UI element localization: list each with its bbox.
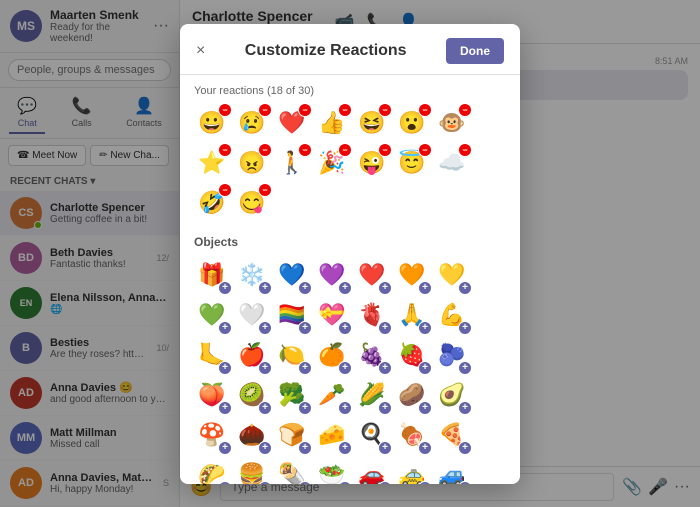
object-reaction-item[interactable]: 🥔+ bbox=[394, 377, 430, 413]
app-container: MS Maarten Smenk Ready for the weekend! … bbox=[0, 0, 700, 507]
object-reaction-item[interactable]: 🚕+ bbox=[394, 457, 430, 484]
modal-overlay[interactable]: × Customize Reactions Done Your reaction… bbox=[0, 0, 700, 507]
object-reaction-item[interactable]: 💝+ bbox=[314, 297, 350, 333]
object-reaction-item[interactable]: ❤️+ bbox=[354, 257, 390, 293]
objects-reactions-grid: 🎁+❄️+💙+💜+❤️+🧡+💛+ 💚+🤍+🏳️‍🌈+💝+🫀+🙏+💪+ 🦶+🍎+🍋+🍊… bbox=[194, 257, 506, 484]
object-reaction-item[interactable]: 💜+ bbox=[314, 257, 350, 293]
object-reaction-item[interactable]: 🌽+ bbox=[354, 377, 390, 413]
your-reaction-item[interactable]: 😀− bbox=[194, 105, 230, 141]
object-reaction-item[interactable]: 🏳️‍🌈+ bbox=[274, 297, 310, 333]
object-reaction-item[interactable]: 🍓+ bbox=[394, 337, 430, 373]
object-reaction-item[interactable]: 💚+ bbox=[194, 297, 230, 333]
your-reaction-item[interactable]: 👍− bbox=[314, 105, 350, 141]
your-reactions-grid: 😀−😢−❤️−👍−😆−😮−🐵− ⭐−😠−🚶−🎉−😜−😇−☁️− 🤣−😋− bbox=[194, 105, 506, 221]
your-reaction-item[interactable]: 🐵− bbox=[434, 105, 470, 141]
your-reactions-label: Your reactions (18 of 30) bbox=[194, 85, 506, 97]
object-reaction-item[interactable]: 🧀+ bbox=[314, 417, 350, 453]
object-reaction-item[interactable]: 💙+ bbox=[274, 257, 310, 293]
object-reaction-item[interactable]: 💛+ bbox=[434, 257, 470, 293]
object-reaction-item[interactable]: 🍄+ bbox=[194, 417, 230, 453]
object-reaction-item[interactable]: 🌰+ bbox=[234, 417, 270, 453]
object-reaction-item[interactable]: 🍎+ bbox=[234, 337, 270, 373]
object-reaction-item[interactable]: 🌯+ bbox=[274, 457, 310, 484]
your-reaction-item[interactable]: ❤️− bbox=[274, 105, 310, 141]
your-reaction-item[interactable]: ⭐− bbox=[194, 145, 230, 181]
your-reaction-item[interactable]: ☁️− bbox=[434, 145, 470, 181]
objects-label: Objects bbox=[194, 235, 506, 249]
your-reaction-item[interactable]: 😇− bbox=[394, 145, 430, 181]
your-reaction-item[interactable]: 😢− bbox=[234, 105, 270, 141]
your-reaction-item[interactable]: 😋− bbox=[234, 185, 270, 221]
object-reaction-item[interactable]: 🍕+ bbox=[434, 417, 470, 453]
your-reaction-item[interactable]: 😆− bbox=[354, 105, 390, 141]
object-reaction-item[interactable]: 🥦+ bbox=[274, 377, 310, 413]
object-reaction-item[interactable]: 🎁+ bbox=[194, 257, 230, 293]
customize-reactions-modal: × Customize Reactions Done Your reaction… bbox=[180, 24, 520, 484]
object-reaction-item[interactable]: 🌮+ bbox=[194, 457, 230, 484]
modal-body: Your reactions (18 of 30) 😀−😢−❤️−👍−😆−😮−🐵… bbox=[180, 75, 520, 484]
object-reaction-item[interactable]: 🥕+ bbox=[314, 377, 350, 413]
object-reaction-item[interactable]: 🧡+ bbox=[394, 257, 430, 293]
your-reaction-item[interactable]: 🚶− bbox=[274, 145, 310, 181]
object-reaction-item[interactable]: 🍊+ bbox=[314, 337, 350, 373]
object-reaction-item[interactable]: 🫀+ bbox=[354, 297, 390, 333]
object-reaction-item[interactable]: 🍇+ bbox=[354, 337, 390, 373]
object-reaction-item[interactable]: 🚗+ bbox=[354, 457, 390, 484]
object-reaction-item[interactable]: 🍔+ bbox=[234, 457, 270, 484]
modal-close-button[interactable]: × bbox=[196, 42, 205, 60]
object-reaction-item[interactable]: 🥝+ bbox=[234, 377, 270, 413]
your-reaction-item[interactable]: 🤣− bbox=[194, 185, 230, 221]
object-reaction-item[interactable]: 🫐+ bbox=[434, 337, 470, 373]
object-reaction-item[interactable]: 🦶+ bbox=[194, 337, 230, 373]
object-reaction-item[interactable]: 🥑+ bbox=[434, 377, 470, 413]
object-reaction-item[interactable]: ❄️+ bbox=[234, 257, 270, 293]
your-reaction-item[interactable]: 🎉− bbox=[314, 145, 350, 181]
your-reaction-item[interactable]: 😮− bbox=[394, 105, 430, 141]
object-reaction-item[interactable]: 🍖+ bbox=[394, 417, 430, 453]
object-reaction-item[interactable]: 🍋+ bbox=[274, 337, 310, 373]
object-reaction-item[interactable]: 🙏+ bbox=[394, 297, 430, 333]
object-reaction-item[interactable]: 🤍+ bbox=[234, 297, 270, 333]
done-button[interactable]: Done bbox=[446, 38, 504, 64]
modal-header: × Customize Reactions Done bbox=[180, 24, 520, 75]
object-reaction-item[interactable]: 💪+ bbox=[434, 297, 470, 333]
modal-title: Customize Reactions bbox=[213, 42, 438, 60]
object-reaction-item[interactable]: 🍑+ bbox=[194, 377, 230, 413]
object-reaction-item[interactable]: 🥗+ bbox=[314, 457, 350, 484]
your-reaction-item[interactable]: 😠− bbox=[234, 145, 270, 181]
object-reaction-item[interactable]: 🚙+ bbox=[434, 457, 470, 484]
your-reaction-item[interactable]: 😜− bbox=[354, 145, 390, 181]
object-reaction-item[interactable]: 🍳+ bbox=[354, 417, 390, 453]
object-reaction-item[interactable]: 🍞+ bbox=[274, 417, 310, 453]
